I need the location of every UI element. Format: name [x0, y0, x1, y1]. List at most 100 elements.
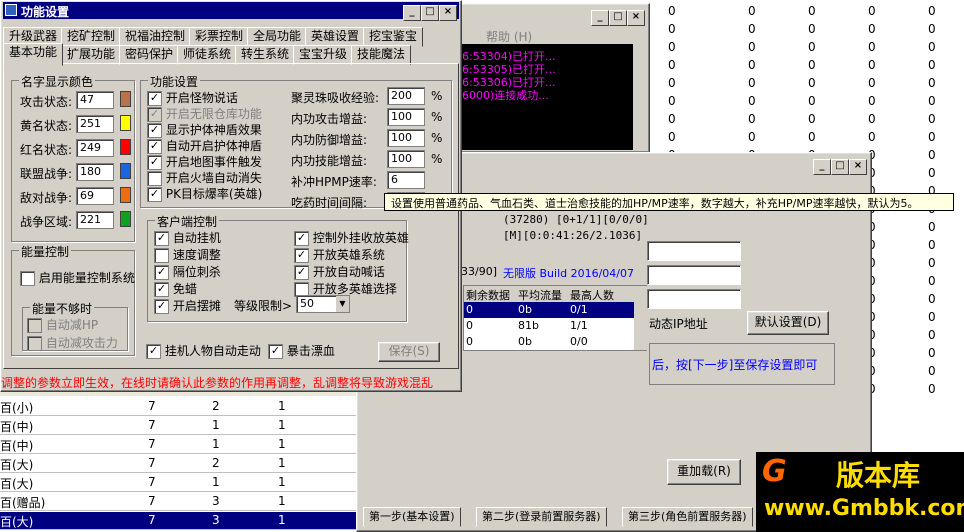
list-item[interactable]: 百(大) 7 2 1 — [0, 455, 356, 473]
checkbox-icon[interactable]: ✓ — [147, 91, 162, 106]
checkbox-icon[interactable]: ✓ — [154, 265, 169, 280]
checkbox-icon[interactable]: ✓ — [268, 344, 283, 359]
func-checkbox[interactable]: 开启火墙自动消失 — [147, 169, 262, 186]
maximize-icon[interactable]: □ — [831, 159, 849, 175]
table-row[interactable]: 0 0b 0/1 — [464, 302, 634, 318]
minimize-icon[interactable]: _ — [403, 5, 421, 21]
wizard-tab-1[interactable]: 第二步(登录前置服务器) — [476, 507, 607, 527]
minimize-icon[interactable]: _ — [813, 159, 831, 175]
field-input-3[interactable] — [647, 289, 741, 309]
maximize-icon[interactable]: □ — [609, 10, 627, 26]
list-item[interactable]: 百(大) 7 3 1 — [0, 512, 356, 530]
minimize-icon[interactable]: _ — [591, 10, 609, 26]
checkbox-icon[interactable]: ✓ — [154, 231, 169, 246]
close-icon[interactable]: × — [627, 10, 645, 26]
tab-tabs_row2-3[interactable]: 师徒系统 — [177, 45, 238, 65]
func-field-label: 内功攻击增益: — [291, 112, 368, 126]
wizard-tab-0[interactable]: 第一步(基本设置) — [363, 507, 461, 527]
chevron-down-icon[interactable]: ▼ — [336, 296, 349, 312]
save-button[interactable]: 保存(S) — [378, 342, 440, 362]
func-checkbox[interactable]: ✓ 开启地图事件触发 — [147, 153, 262, 170]
checkbox-icon[interactable] — [20, 271, 35, 286]
energy-enable-checkbox[interactable]: 启用能量控制系统 — [20, 269, 135, 286]
list-item[interactable]: 百(小) 7 2 1 — [0, 398, 356, 416]
tab-tabs_row2-6[interactable]: 技能魔法 — [351, 45, 412, 65]
func-checkbox[interactable]: ✓ PK目标爆率(英雄) — [147, 185, 262, 202]
tab-tabs_row2-5[interactable]: 宝宝升级 — [293, 45, 354, 65]
table-header-cell[interactable]: 剩余数据 — [466, 287, 510, 303]
name-color-input[interactable]: 69 — [76, 187, 114, 205]
client-checkbox[interactable]: ✓ 自动挂机 — [154, 229, 221, 246]
tab-tabs_row1-5[interactable]: 英雄设置 — [305, 27, 366, 47]
name-color-input[interactable]: 221 — [76, 211, 114, 229]
checkbox-icon[interactable] — [154, 248, 169, 263]
client-checkbox[interactable]: ✓ 开放英雄系统 — [294, 246, 385, 263]
list-item[interactable]: 百(中) 7 1 1 — [0, 417, 356, 435]
close-icon[interactable]: × — [439, 5, 457, 21]
table-row[interactable]: 0 0b 0/0 — [464, 334, 634, 350]
client-checkbox[interactable]: ✓ 隔位刺杀 — [154, 263, 221, 280]
func-field-input[interactable]: 200 — [387, 87, 425, 105]
name-color-input[interactable]: 47 — [76, 91, 114, 109]
client-checkbox[interactable]: ✓ 免蜡 — [154, 280, 197, 297]
client-checkbox[interactable]: ✓ 开放自动喊话 — [294, 263, 385, 280]
warning-text: 调整的参数立即生效，在线时请确认此参数的作用再调整，乱调整将导致游戏混乱 — [1, 376, 434, 390]
tab-tabs_row1-6[interactable]: 挖宝鉴宝 — [363, 27, 424, 47]
checkbox-icon[interactable]: ✓ — [154, 282, 169, 297]
func-field-input[interactable]: 100 — [387, 150, 425, 168]
default-settings-button[interactable]: 默认设置(D) — [747, 311, 829, 335]
func-checkbox[interactable]: ✓ 开启无限仓库功能 — [147, 105, 262, 122]
energy-low-opt-1[interactable]: 自动减HP — [27, 316, 98, 333]
tab-tabs_row2-2[interactable]: 密码保护 — [119, 45, 180, 65]
table-header-cell[interactable]: 最高人数 — [570, 287, 614, 303]
name-color-input[interactable]: 251 — [76, 115, 114, 133]
menu-help[interactable]: 帮助 (H) — [486, 28, 532, 45]
list-item[interactable]: 百(中) 7 1 1 — [0, 436, 356, 454]
tab-tabs_row1-1[interactable]: 挖矿控制 — [61, 27, 122, 47]
grid-cell: 0 — [928, 328, 936, 342]
bottom-checkbox[interactable]: ✓ 挂机人物自动走动 — [146, 342, 261, 359]
client-checkbox[interactable]: 速度调整 — [154, 246, 221, 263]
func-field-input[interactable]: 100 — [387, 108, 425, 126]
client-checkbox[interactable]: ✓ 控制外挂收放英雄 — [294, 229, 409, 246]
checkbox-icon[interactable]: ✓ — [147, 139, 162, 154]
checkbox-icon[interactable] — [147, 171, 162, 186]
checkbox-icon[interactable]: ✓ — [294, 248, 309, 263]
list-item[interactable]: 百(大) 7 1 1 — [0, 474, 356, 492]
name-color-input[interactable]: 249 — [76, 139, 114, 157]
reload-button[interactable]: 重加载(R) — [667, 459, 741, 485]
field-input-2[interactable] — [647, 265, 741, 285]
func-checkbox[interactable]: ✓ 自动开启护体神盾 — [147, 137, 262, 154]
tab-tabs_row2-0[interactable]: 基本功能 — [3, 43, 64, 66]
table-row[interactable]: 0 81b 1/1 — [464, 318, 634, 334]
checkbox-icon[interactable]: ✓ — [147, 107, 162, 122]
tab-tabs_row1-4[interactable]: 全局功能 — [247, 27, 308, 47]
checkbox-icon[interactable]: ✓ — [294, 231, 309, 246]
name-color-input[interactable]: 180 — [76, 163, 114, 181]
field-input-1[interactable] — [647, 241, 741, 261]
bottom-checkbox[interactable]: ✓ 暴击漂血 — [268, 342, 335, 359]
list-item[interactable]: 百(赠品) 7 3 1 — [0, 493, 356, 511]
close-icon[interactable]: × — [849, 159, 867, 175]
tab-tabs_row2-1[interactable]: 扩展功能 — [61, 45, 122, 65]
tab-tabs_row1-3[interactable]: 彩票控制 — [189, 27, 250, 47]
tab-tabs_row1-2[interactable]: 祝福油控制 — [119, 27, 192, 47]
checkbox-icon[interactable]: ✓ — [147, 187, 162, 202]
energy-low-opt-2[interactable]: 自动减攻击力 — [27, 334, 118, 351]
table-scrollbar[interactable] — [634, 286, 647, 350]
checkbox-icon[interactable]: ✓ — [146, 344, 161, 359]
maximize-icon[interactable]: □ — [421, 5, 439, 21]
tab-tabs_row2-4[interactable]: 转生系统 — [235, 45, 296, 65]
checkbox-icon[interactable]: ✓ — [147, 123, 162, 138]
func-field-input[interactable]: 6 — [387, 171, 425, 189]
wizard-tab-2[interactable]: 第三步(角色前置服务器) — [622, 507, 753, 527]
console-scrollbar[interactable] — [633, 44, 647, 150]
checkbox-icon[interactable]: ✓ — [147, 155, 162, 170]
func-field-input[interactable]: 100 — [387, 129, 425, 147]
table-header-cell[interactable]: 平均流量 — [518, 287, 562, 303]
checkbox-icon[interactable]: ✓ — [294, 265, 309, 280]
client-checkbox[interactable]: ✓ 开启摆摊 — [154, 297, 221, 314]
func-checkbox[interactable]: ✓ 开启怪物说话 — [147, 89, 238, 106]
checkbox-icon[interactable]: ✓ — [154, 299, 169, 314]
func-checkbox[interactable]: ✓ 显示护体神盾效果 — [147, 121, 262, 138]
